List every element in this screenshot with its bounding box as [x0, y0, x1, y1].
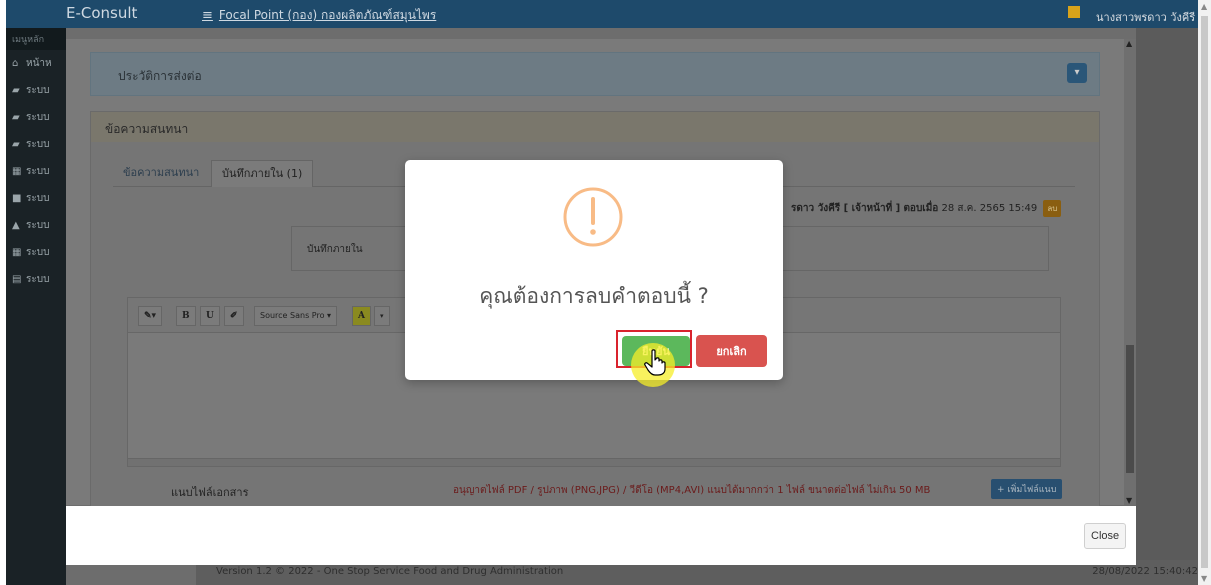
scroll-up-arrow-icon[interactable]: ▲ [1201, 2, 1207, 11]
sidebar-item-system[interactable]: ▦ ระบบ [6, 158, 66, 185]
home-icon: ⌂ [12, 58, 19, 69]
browser-viewport: E-Consult ≡ Focal Point (กอง) กองผลิตภัณฑ… [6, 0, 1204, 585]
sidebar: เมนูหลัก ⌂ หน้าห ▰ ระบบ ▰ ระบบ ▰ ระบบ ▦ ระบบ … [6, 28, 66, 585]
menu-icon[interactable]: ≡ [202, 8, 213, 23]
note-meta: รดาว วังคีรี [ เจ้าหน้าที่ ] ตอบเมื่อ 28… [791, 200, 1062, 217]
app-brand[interactable]: E-Consult [66, 4, 137, 22]
scrollbar-thumb[interactable] [1126, 345, 1134, 473]
sidebar-item-system[interactable]: ▤ ระบบ [6, 266, 66, 293]
font-color-button[interactable]: A [352, 306, 371, 326]
confirm-dialog: คุณต้องการลบคำตอบนี้ ? ยืนยัน ยกเลิก [405, 160, 783, 380]
sidebar-item-system[interactable]: ▦ ระบบ [6, 239, 66, 266]
sidebar-item-label: ระบบ [26, 220, 50, 231]
font-color-dropdown[interactable]: ▾ [374, 306, 390, 326]
expand-toggle-button[interactable]: ▾ [1067, 63, 1087, 83]
editor-resize-bar[interactable] [128, 458, 1060, 466]
top-navbar: E-Consult ≡ Focal Point (กอง) กองผลิตภัณฑ… [6, 0, 1204, 28]
note-text: บันทึกภายใน [307, 244, 363, 255]
sidebar-item-label: ระบบ [26, 112, 50, 123]
version-text: Version 1.2 © 2022 - One Stop Service Fo… [216, 566, 564, 577]
history-panel-title: ประวัติการส่งต่อ [118, 69, 202, 83]
sidebar-item-label: หน้าห [26, 58, 52, 69]
sidebar-item-home[interactable]: ⌂ หน้าห [6, 50, 66, 77]
footer-datetime: 28/08/2022 15:40:42 [1092, 566, 1198, 577]
sidebar-item-system[interactable]: ▰ ระบบ [6, 131, 66, 158]
book-icon: ▰ [12, 112, 20, 123]
background-content [1136, 28, 1204, 585]
font-family-dropdown[interactable]: Source Sans Pro ▾ [254, 306, 338, 326]
sidebar-item-system[interactable]: ▰ ระบบ [6, 104, 66, 131]
sidebar-item-label: ระบบ [26, 193, 50, 204]
sidebar-item-label: ระบบ [26, 139, 50, 150]
underline-button[interactable]: U [200, 306, 220, 326]
graduation-icon: ▲ [12, 220, 20, 231]
scroll-up-arrow-icon[interactable]: ▲ [1126, 39, 1132, 48]
hand-cursor-icon [644, 349, 666, 376]
calendar-icon: ▦ [12, 247, 22, 258]
book-icon: ▰ [12, 85, 20, 96]
book-icon: ▰ [12, 139, 20, 150]
page-title-text: Focal Point (กอง) กองผลิตภัณฑ์สมุนไพร [218, 8, 437, 22]
eraser-button[interactable]: ✐ [224, 306, 244, 326]
history-panel: ประวัติการส่งต่อ ▾ [90, 52, 1100, 96]
sidebar-item-system[interactable]: ■ ระบบ [6, 185, 66, 212]
tab-internal-notes[interactable]: บันทึกภายใน (1) [211, 160, 314, 187]
sidebar-item-label: ระบบ [26, 247, 50, 258]
modal-scrollbar[interactable]: ▲ ▼ [1124, 39, 1136, 505]
warning-icon [563, 187, 623, 247]
delete-badge[interactable]: ลบ [1043, 200, 1062, 217]
sidebar-item-system[interactable]: ▰ ระบบ [6, 77, 66, 104]
attach-label: แนบไฟล์เอกสาร [171, 486, 249, 499]
attach-note: อนุญาตไฟล์ PDF / รูปภาพ (PNG,JPG) / วีดี… [453, 485, 931, 496]
sidebar-item-label: ระบบ [26, 274, 50, 285]
note-time: 28 ส.ค. 2565 15:49 [941, 203, 1038, 214]
scroll-down-arrow-icon[interactable]: ▼ [1201, 574, 1207, 583]
bold-button[interactable]: B [176, 306, 196, 326]
dialog-title: คุณต้องการลบคำตอบนี้ ? [479, 284, 709, 308]
sidebar-header: เมนูหลัก [6, 28, 66, 50]
tab-conversation[interactable]: ข้อความสนทนา [113, 160, 209, 186]
close-button[interactable]: Close [1084, 523, 1126, 549]
page-title[interactable]: ≡ Focal Point (กอง) กองผลิตภัณฑ์สมุนไพร [202, 6, 436, 25]
notification-icon[interactable] [1068, 6, 1080, 18]
sidebar-item-system[interactable]: ▲ ระบบ [6, 212, 66, 239]
note-meta-label: ตอบเมื่อ [903, 203, 939, 214]
file-icon: ▤ [12, 274, 22, 285]
conversation-panel-title: ข้อความสนทนา [105, 122, 189, 136]
calendar-icon: ▦ [12, 166, 22, 177]
add-attachment-button[interactable]: + เพิ่มไฟล์แนบ [991, 479, 1063, 499]
modal-footer: Close [66, 506, 1136, 565]
cancel-button[interactable]: ยกเลิก [696, 335, 767, 367]
video-icon: ■ [12, 193, 22, 204]
magic-style-button[interactable]: ✎▾ [138, 306, 163, 326]
sidebar-item-label: ระบบ [26, 166, 50, 177]
user-name[interactable]: นางสาวพรดาว วังคีรี [1096, 8, 1195, 26]
window-scrollbar[interactable]: ▲ ▼ [1198, 0, 1211, 585]
window-scrollbar-thumb[interactable] [1201, 16, 1208, 568]
sidebar-item-label: ระบบ [26, 85, 50, 96]
note-author: รดาว วังคีรี [ เจ้าหน้าที่ ] [791, 203, 901, 214]
scroll-down-arrow-icon[interactable]: ▼ [1126, 496, 1132, 505]
conversation-panel-header: ข้อความสนทนา [91, 112, 1099, 142]
